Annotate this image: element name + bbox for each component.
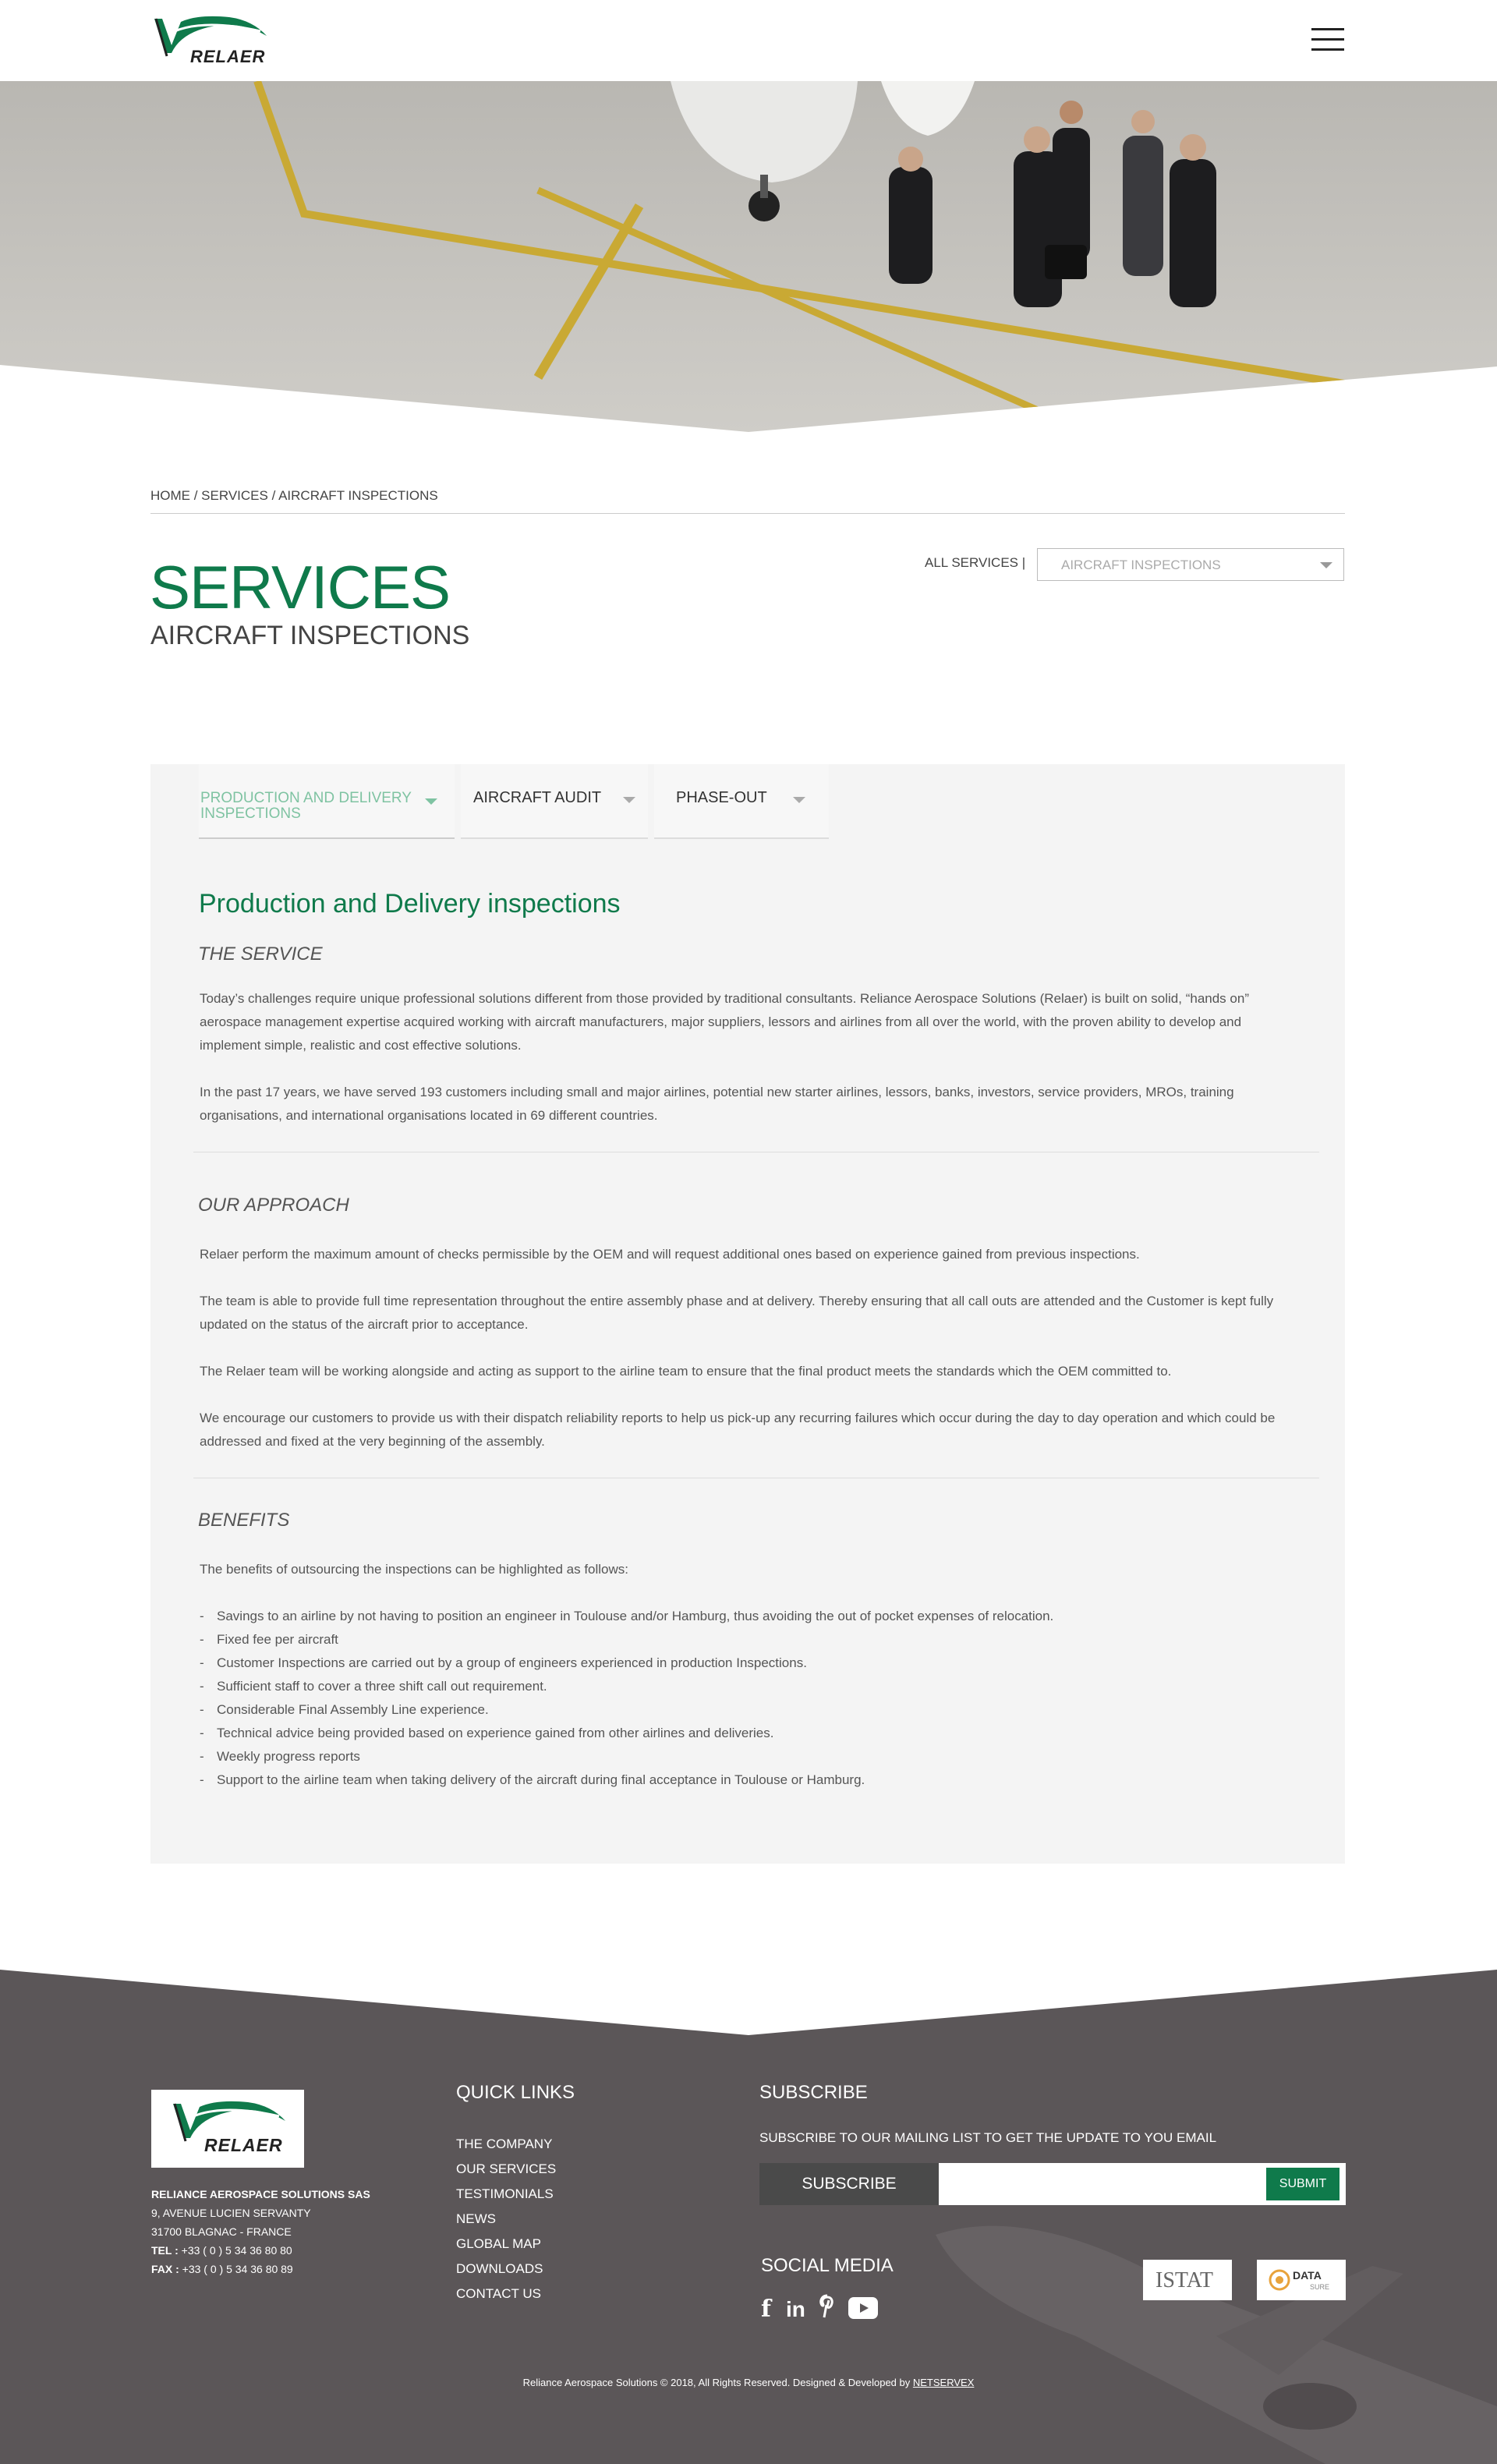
- address-line-1: 9, AVENUE LUCIEN SERVANTY: [151, 2207, 311, 2219]
- breadcrumb-separator: /: [190, 488, 202, 503]
- pinterest-icon[interactable]: [819, 2294, 836, 2321]
- tab-production-delivery[interactable]: PRODUCTION AND DELIVERY INSPECTIONS: [199, 764, 455, 839]
- quick-link-the-company[interactable]: THE COMPANY: [456, 2137, 552, 2151]
- quick-link-our-services[interactable]: OUR SERVICES: [456, 2161, 556, 2176]
- relaer-logo[interactable]: RELAER: [151, 14, 268, 70]
- tab-label-line1: PRODUCTION AND DELIVERY: [200, 790, 412, 806]
- linkedin-icon[interactable]: in: [786, 2297, 805, 2324]
- quick-link-news[interactable]: NEWS: [456, 2211, 496, 2226]
- list-item: Sufficient staff to cover a three shift …: [200, 1675, 1291, 1698]
- fax: FAX : +33 ( 0 ) 5 34 36 80 89: [151, 2260, 370, 2278]
- address-line-2: 31700 BLAGNAC - FRANCE: [151, 2225, 292, 2238]
- site-header: RELAER: [0, 0, 1497, 81]
- approach-paragraph-3: The Relaer team will be working alongsid…: [200, 1364, 1172, 1379]
- approach-paragraph-1: Relaer perform the maximum amount of che…: [200, 1247, 1140, 1262]
- footer-logo-wordmark: RELAER: [204, 2135, 283, 2155]
- breadcrumb-home[interactable]: HOME: [150, 488, 190, 503]
- fax-label: FAX :: [151, 2263, 179, 2275]
- service-paragraph-2: In the past 17 years, we have served 193…: [200, 1085, 1234, 1123]
- subscribe-description: SUBSCRIBE TO OUR MAILING LIST TO GET THE…: [759, 2130, 1217, 2145]
- istat-logo-text: ISTAT: [1155, 2268, 1213, 2292]
- page-title: SERVICES: [150, 553, 451, 621]
- service-dropdown[interactable]: AIRCRAFT INSPECTIONS: [1037, 548, 1344, 581]
- menu-button[interactable]: [1311, 27, 1344, 53]
- page-subtitle: AIRCRAFT INSPECTIONS: [150, 621, 470, 650]
- istat-badge[interactable]: ISTAT: [1143, 2260, 1232, 2300]
- datasure-logo-subtext: SURE: [1310, 2283, 1330, 2291]
- tel-label: TEL :: [151, 2244, 179, 2257]
- relaer-flag-icon: [173, 2101, 285, 2142]
- heading-our-approach: OUR APPROACH: [198, 1195, 349, 1216]
- datasure-logo-text: DATA: [1293, 2269, 1322, 2282]
- facebook-icon[interactable]: f: [761, 2296, 771, 2323]
- all-services-label: ALL SERVICES |: [925, 555, 1026, 570]
- footer-address: RELIANCE AEROSPACE SOLUTIONS SAS 9, AVEN…: [151, 2185, 370, 2278]
- footer-logo[interactable]: RELAER: [151, 2090, 304, 2168]
- quick-links: THE COMPANY OUR SERVICES TESTIMONIALS NE…: [456, 2132, 556, 2306]
- phone: TEL : +33 ( 0 ) 5 34 36 80 80: [151, 2241, 370, 2260]
- company-name: RELIANCE AEROSPACE SOLUTIONS SAS: [151, 2188, 370, 2200]
- tab-label: AIRCRAFT AUDIT: [473, 789, 602, 806]
- list-item: Weekly progress reports: [200, 1745, 1291, 1768]
- benefits-intro: The benefits of outsourcing the inspecti…: [200, 1562, 629, 1577]
- tab-aircraft-audit[interactable]: AIRCRAFT AUDIT: [461, 764, 648, 839]
- breadcrumb-divider: [150, 513, 1345, 514]
- chevron-down-icon: [425, 798, 437, 805]
- service-dropdown-value: AIRCRAFT INSPECTIONS: [1061, 558, 1221, 572]
- fax-value: +33 ( 0 ) 5 34 36 80 89: [182, 2263, 293, 2275]
- datasure-badge[interactable]: DATA SURE: [1257, 2260, 1346, 2300]
- breadcrumb-separator: /: [267, 488, 279, 503]
- tab-phase-out[interactable]: PHASE-OUT: [654, 764, 829, 839]
- tab-label-line2: INSPECTIONS: [200, 805, 301, 822]
- list-item: Support to the airline team when taking …: [200, 1768, 1291, 1792]
- list-item: Fixed fee per aircraft: [200, 1628, 1291, 1652]
- chevron-down-icon: [1320, 562, 1332, 568]
- developer-link[interactable]: NETSERVEX: [913, 2377, 975, 2388]
- list-item: Savings to an airline by not having to p…: [200, 1605, 1291, 1628]
- list-item: Technical advice being provided based on…: [200, 1722, 1291, 1745]
- subscribe-title: SUBSCRIBE: [759, 2082, 868, 2103]
- heading-the-service: THE SERVICE: [198, 943, 323, 965]
- social-media-title: SOCIAL MEDIA: [761, 2255, 894, 2276]
- tab-label: PRODUCTION AND DELIVERY INSPECTIONS: [200, 791, 412, 822]
- quick-link-downloads[interactable]: DOWNLOADS: [456, 2261, 543, 2276]
- breadcrumb: HOME / SERVICES / AIRCRAFT INSPECTIONS: [150, 488, 438, 504]
- tab-label: PHASE-OUT: [676, 789, 767, 806]
- service-tabs: PRODUCTION AND DELIVERY INSPECTIONS AIRC…: [150, 764, 829, 839]
- breadcrumb-current: AIRCRAFT INSPECTIONS: [278, 488, 438, 503]
- list-item: Customer Inspections are carried out by …: [200, 1652, 1291, 1675]
- copyright: Reliance Aerospace Solutions © 2018, All…: [0, 2377, 1497, 2388]
- tel-value: +33 ( 0 ) 5 34 36 80 80: [181, 2244, 292, 2257]
- hero-image: [0, 81, 1497, 432]
- quick-link-contact-us[interactable]: CONTACT US: [456, 2286, 541, 2301]
- section-title: Production and Delivery inspections: [199, 889, 621, 919]
- quick-link-global-map[interactable]: GLOBAL MAP: [456, 2236, 541, 2251]
- approach-paragraph-4: We encourage our customers to provide us…: [200, 1411, 1276, 1449]
- youtube-icon[interactable]: [848, 2297, 878, 2324]
- subscribe-email-input[interactable]: [940, 2165, 1262, 2204]
- datasure-logo-icon: [1269, 2269, 1290, 2291]
- approach-paragraph-2: The team is able to provide full time re…: [200, 1294, 1274, 1332]
- quick-link-testimonials[interactable]: TESTIMONIALS: [456, 2186, 554, 2201]
- logo-wordmark: RELAER: [190, 47, 266, 66]
- benefits-list: Savings to an airline by not having to p…: [200, 1605, 1291, 1792]
- chevron-down-icon: [793, 797, 805, 803]
- heading-benefits: BENEFITS: [198, 1510, 290, 1531]
- service-paragraph-1: Today’s challenges require unique profes…: [200, 991, 1249, 1053]
- breadcrumb-services[interactable]: SERVICES: [201, 488, 268, 503]
- subscribe-label: SUBSCRIBE: [759, 2163, 939, 2205]
- quick-links-title: QUICK LINKS: [456, 2082, 575, 2103]
- chevron-down-icon: [623, 797, 635, 803]
- submit-button[interactable]: SUBMIT: [1266, 2168, 1340, 2200]
- copyright-text: Reliance Aerospace Solutions © 2018, All…: [522, 2377, 911, 2388]
- list-item: Considerable Final Assembly Line experie…: [200, 1698, 1291, 1722]
